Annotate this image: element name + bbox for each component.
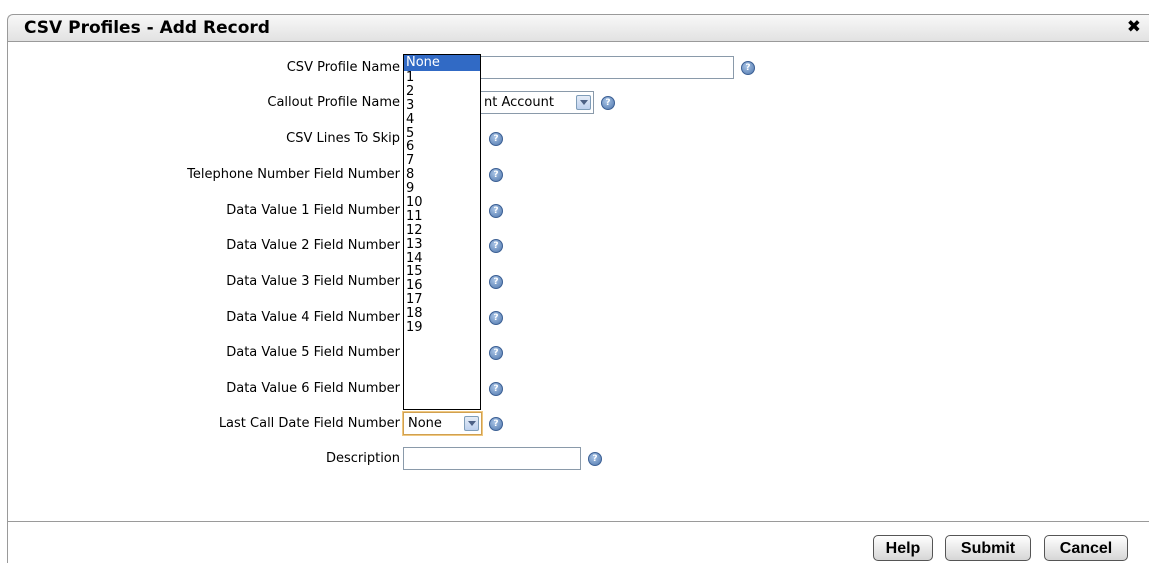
dropdown-option[interactable]: 13 [404,237,480,252]
description-label: Description [325,451,400,466]
row-csv-profile-name: CSV Profile Name ? [8,56,1148,80]
help-icon[interactable]: ? [489,204,503,218]
callout-profile-name-label: Callout Profile Name [267,95,400,110]
dropdown-option[interactable]: 16 [404,279,480,293]
last-call-date-label: Last Call Date Field Number [218,416,400,431]
dropdown-option[interactable]: 2 [404,84,480,99]
cancel-button[interactable]: Cancel [1044,535,1128,561]
row-last-call-date: Last Call Date Field Number None ? [8,412,1148,436]
dropdown-option[interactable]: 9 [404,182,480,196]
dropdown-option[interactable]: 15 [404,265,480,279]
data-value-4-label: Data Value 4 Field Number [226,310,400,325]
data-value-2-label: Data Value 2 Field Number [226,238,400,253]
help-icon[interactable]: ? [489,346,503,360]
help-button[interactable]: Help [873,535,933,561]
dropdown-option[interactable]: 6 [404,140,480,154]
dropdown-option[interactable]: 12 [404,223,480,238]
row-data-value-5: Data Value 5 Field Number ? [8,341,1148,365]
help-icon[interactable]: ? [601,96,615,110]
dropdown-option[interactable]: 5 [404,126,480,141]
dropdown-option[interactable]: 8 [404,168,480,182]
row-callout-profile-name: Callout Profile Name nt Account ? [8,91,1148,115]
row-data-value-4: Data Value 4 Field Number ? [8,306,1148,330]
dialog-title: CSV Profiles - Add Record [24,18,270,38]
row-data-value-1: Data Value 1 Field Number ? [8,199,1148,223]
dropdown-option[interactable]: 1 [404,71,480,85]
csv-profile-name-label: CSV Profile Name [286,60,400,75]
footer-divider [8,521,1149,522]
data-value-5-label: Data Value 5 Field Number [226,345,400,360]
dialog-titlebar: CSV Profiles - Add Record ✖ [7,14,1149,42]
row-csv-lines-to-skip: CSV Lines To Skip ? [8,127,1148,151]
dropdown-option[interactable]: 11 [404,209,480,224]
submit-button[interactable]: Submit [945,535,1031,561]
csv-lines-to-skip-label: CSV Lines To Skip [286,131,400,146]
telephone-number-field-label: Telephone Number Field Number [187,167,400,182]
help-icon[interactable]: ? [489,168,503,182]
row-description: Description ? [8,447,1148,471]
data-value-6-label: Data Value 6 Field Number [226,381,400,396]
dialog-left-border [7,40,8,563]
dropdown-option[interactable]: 18 [404,307,480,321]
row-data-value-2: Data Value 2 Field Number ? [8,234,1148,258]
callout-profile-selected-value: nt Account [484,95,554,110]
row-data-value-6: Data Value 6 Field Number ? [8,377,1148,401]
dropdown-option[interactable]: 4 [404,112,480,127]
row-data-value-3: Data Value 3 Field Number ? [8,270,1148,294]
dropdown-option[interactable]: 7 [404,154,480,168]
help-icon[interactable]: ? [489,311,503,325]
data-value-3-label: Data Value 3 Field Number [226,274,400,289]
field-number-dropdown-list[interactable]: None 1 2 3 4 5 6 7 8 9 10 11 12 13 14 15… [403,54,481,410]
help-icon[interactable]: ? [489,132,503,146]
last-call-date-select[interactable]: None [403,412,482,435]
help-icon[interactable]: ? [489,382,503,396]
dropdown-option[interactable]: None [404,55,480,71]
dropdown-option[interactable]: 19 [404,321,480,335]
last-call-date-selected-value: None [408,416,442,431]
help-icon[interactable]: ? [588,452,602,466]
dropdown-option[interactable]: 10 [404,196,480,210]
data-value-1-label: Data Value 1 Field Number [226,203,400,218]
chevron-down-icon[interactable] [464,416,479,431]
description-input[interactable] [403,447,581,470]
help-icon[interactable]: ? [489,239,503,253]
dropdown-option[interactable]: 3 [404,98,480,113]
dropdown-option[interactable]: 14 [404,251,480,266]
row-telephone-number-field: Telephone Number Field Number ? [8,163,1148,187]
help-icon[interactable]: ? [489,275,503,289]
dropdown-option[interactable]: 17 [404,293,480,307]
help-icon[interactable]: ? [741,61,755,75]
close-icon[interactable]: ✖ [1127,17,1141,37]
chevron-down-icon[interactable] [576,95,591,110]
help-icon[interactable]: ? [489,417,503,431]
